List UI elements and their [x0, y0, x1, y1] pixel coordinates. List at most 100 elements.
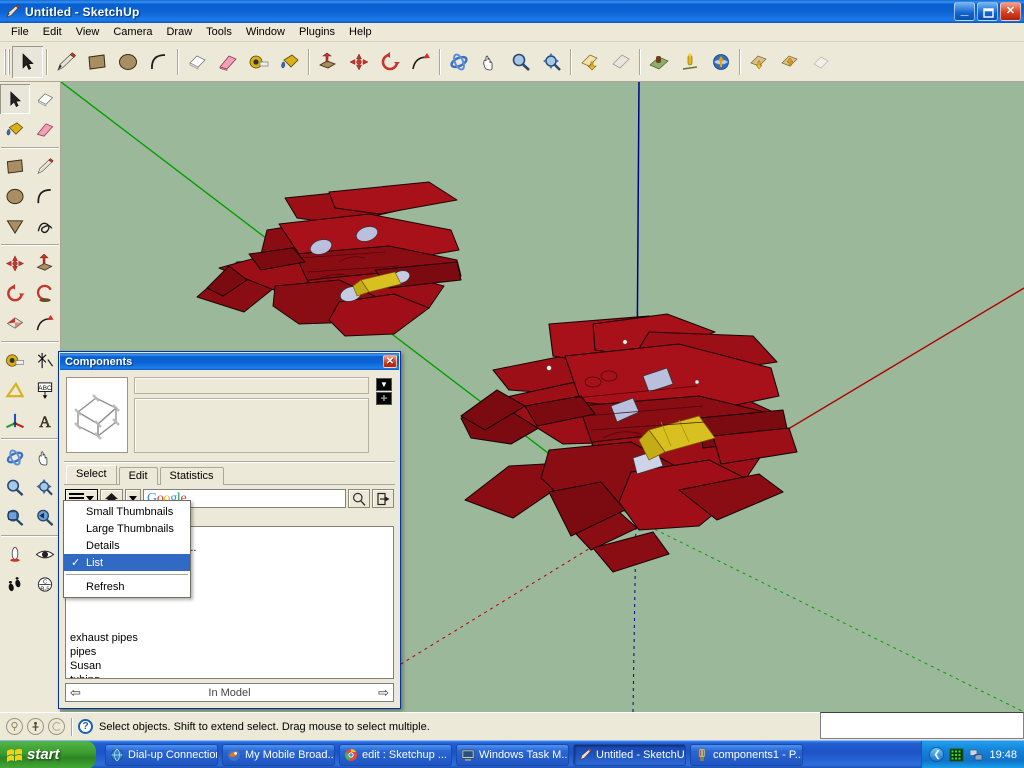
- eraser-tool[interactable]: [30, 114, 60, 144]
- select-arrow-tool[interactable]: [0, 84, 30, 114]
- model-info-tool[interactable]: [674, 46, 705, 78]
- section-display-tool[interactable]: CR-5: [30, 569, 60, 599]
- add-location-tool[interactable]: [643, 46, 674, 78]
- details-flyout-button[interactable]: [372, 489, 394, 508]
- menu-item-list[interactable]: ✓ List: [64, 554, 190, 571]
- question-mark-icon[interactable]: ?: [78, 719, 93, 734]
- tape-measure-tool[interactable]: [243, 46, 274, 78]
- list-item[interactable]: exhaust pipes: [66, 631, 393, 645]
- claim-icon[interactable]: [48, 718, 65, 735]
- arc-tool[interactable]: [30, 181, 60, 211]
- eraser-tool[interactable]: [212, 46, 243, 78]
- pan-tool[interactable]: [474, 46, 505, 78]
- section-plane-tool[interactable]: [605, 46, 636, 78]
- menu-file[interactable]: File: [4, 24, 36, 40]
- nav-back-button[interactable]: ⇦: [70, 685, 81, 701]
- scale-tool[interactable]: [0, 308, 30, 338]
- close-button[interactable]: ✕: [1000, 2, 1021, 21]
- look-around-tool[interactable]: [30, 539, 60, 569]
- rectangle-tool[interactable]: [81, 46, 112, 78]
- pan-tool[interactable]: [30, 442, 60, 472]
- measurement-box[interactable]: [820, 712, 1024, 739]
- make-component-tool[interactable]: [181, 46, 212, 78]
- menu-tools[interactable]: Tools: [199, 24, 239, 40]
- components-dialog-close-button[interactable]: ✕: [383, 355, 397, 368]
- menu-view[interactable]: View: [69, 24, 107, 40]
- rotate-tool[interactable]: [374, 46, 405, 78]
- credits-icon[interactable]: [27, 718, 44, 735]
- position-camera-tool[interactable]: [0, 539, 30, 569]
- push-pull-tool[interactable]: [30, 248, 60, 278]
- nav-forward-button[interactable]: ⇨: [378, 685, 389, 701]
- view-warehouse-tool[interactable]: [805, 46, 836, 78]
- menu-item-small-thumbnails[interactable]: Small Thumbnails: [64, 503, 190, 520]
- make-component-tool[interactable]: [30, 84, 60, 114]
- rotate-tool[interactable]: [0, 278, 30, 308]
- offset-tool[interactable]: [30, 308, 60, 338]
- walk-tool[interactable]: [0, 569, 30, 599]
- menu-draw[interactable]: Draw: [159, 24, 199, 40]
- taskbar-item-task-manager[interactable]: Windows Task M...: [456, 744, 569, 766]
- line-pencil-tool[interactable]: [30, 151, 60, 181]
- follow-me-tool[interactable]: [30, 278, 60, 308]
- 3d-text-tool[interactable]: A: [30, 405, 60, 435]
- zoom-window-tool[interactable]: [0, 502, 30, 532]
- paint-bucket-tool[interactable]: [0, 114, 30, 144]
- collapse-icon[interactable]: ▼: [376, 378, 392, 391]
- menu-item-details[interactable]: Details: [64, 537, 190, 554]
- taskbar-item-components1[interactable]: components1 - P...: [690, 744, 803, 766]
- axes-tool[interactable]: [0, 405, 30, 435]
- list-item[interactable]: tubing: [66, 673, 393, 679]
- polygon-tool[interactable]: [0, 211, 30, 241]
- text-tool[interactable]: ABC: [30, 375, 60, 405]
- menu-plugins[interactable]: Plugins: [292, 24, 342, 40]
- toolbar-grip[interactable]: [4, 49, 10, 75]
- network-connection-icon[interactable]: [969, 748, 984, 762]
- taskbar-item-edit-sketchup[interactable]: edit : Sketchup ...: [339, 744, 452, 766]
- rectangle-tool[interactable]: [0, 151, 30, 181]
- geo-location-icon[interactable]: [6, 718, 23, 735]
- clock[interactable]: 19:48: [989, 749, 1017, 761]
- component-description-field[interactable]: [134, 398, 369, 453]
- move-tool[interactable]: [0, 248, 30, 278]
- dimension-tool[interactable]: [30, 345, 60, 375]
- taskbar-item-sketchup[interactable]: Untitled - SketchUp: [573, 744, 686, 766]
- zoom-extents-tool[interactable]: [30, 472, 60, 502]
- expand-icon[interactable]: ✛: [376, 392, 392, 405]
- orbit-tool[interactable]: [0, 442, 30, 472]
- network-activity-icon[interactable]: [949, 748, 964, 762]
- orbit-tool[interactable]: [443, 46, 474, 78]
- menu-edit[interactable]: Edit: [36, 24, 69, 40]
- arc-tool[interactable]: [143, 46, 174, 78]
- push-pull-tool[interactable]: [312, 46, 343, 78]
- tape-measure-tool[interactable]: [0, 345, 30, 375]
- zoom-tool[interactable]: [0, 472, 30, 502]
- start-button[interactable]: start: [0, 741, 96, 768]
- taskbar-item-mobile-broadband[interactable]: My Mobile Broad...: [222, 744, 335, 766]
- follow-me-tool[interactable]: [405, 46, 436, 78]
- select-arrow-tool[interactable]: [12, 46, 43, 78]
- tab-select[interactable]: Select: [66, 465, 117, 484]
- search-button[interactable]: [348, 489, 370, 508]
- share-model-tool[interactable]: [705, 46, 736, 78]
- share-component-tool[interactable]: [774, 46, 805, 78]
- tray-expand-button[interactable]: ❮: [929, 747, 944, 762]
- tab-edit[interactable]: Edit: [119, 467, 158, 485]
- circle-tool[interactable]: [112, 46, 143, 78]
- taskbar-item-dialup[interactable]: Dial-up Connection: [105, 744, 218, 766]
- menu-item-refresh[interactable]: Refresh: [64, 578, 190, 595]
- get-models-tool[interactable]: [743, 46, 774, 78]
- component-name-field[interactable]: [134, 377, 369, 394]
- menu-window[interactable]: Window: [239, 24, 292, 40]
- minimize-button[interactable]: _: [954, 2, 975, 21]
- menu-item-large-thumbnails[interactable]: Large Thumbnails: [64, 520, 190, 537]
- paint-bucket-tool[interactable]: [274, 46, 305, 78]
- circle-tool[interactable]: [0, 181, 30, 211]
- print-tool[interactable]: [574, 46, 605, 78]
- menu-camera[interactable]: Camera: [106, 24, 159, 40]
- line-pencil-tool[interactable]: [50, 46, 81, 78]
- zoom-extents-tool[interactable]: [536, 46, 567, 78]
- list-item[interactable]: Susan: [66, 659, 393, 673]
- tab-statistics[interactable]: Statistics: [160, 467, 224, 485]
- menu-help[interactable]: Help: [342, 24, 379, 40]
